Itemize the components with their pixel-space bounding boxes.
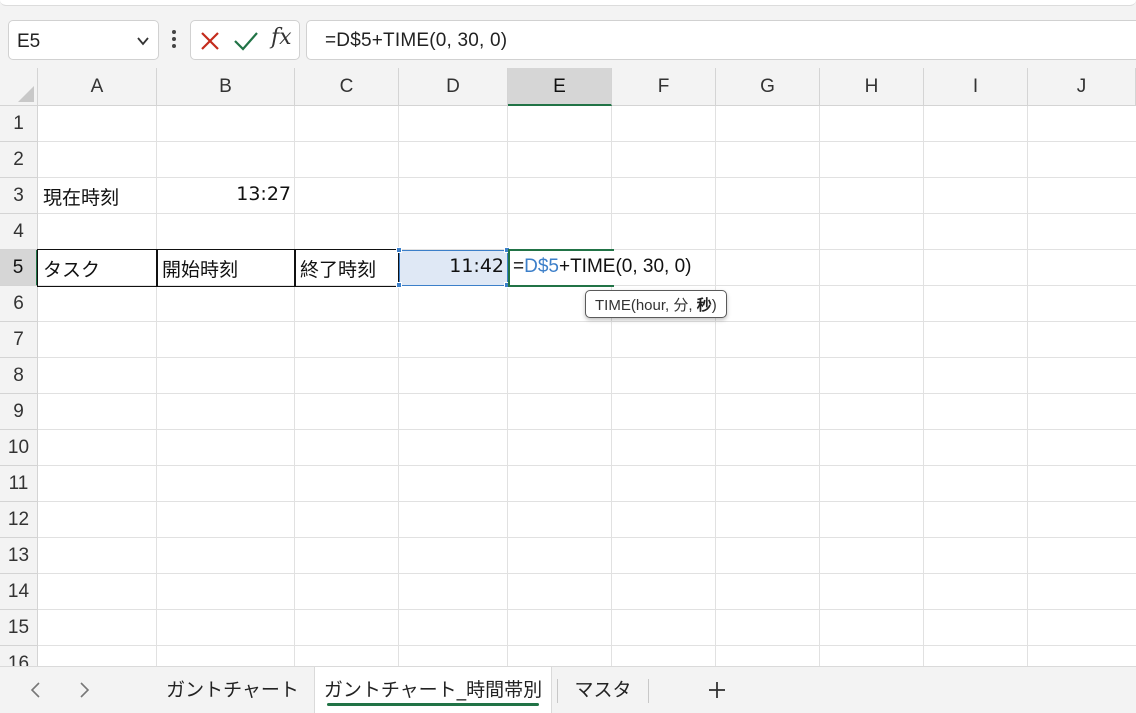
column-header-d[interactable]: D — [399, 68, 508, 106]
grid-col-line — [507, 106, 508, 666]
row-header-8[interactable]: 8 — [0, 358, 38, 394]
sheet-tabs-bar: ガントチャート ガントチャート_時間帯別 マスタ — [0, 666, 1136, 713]
tab-separator — [557, 679, 558, 703]
sheet-tab-label: マスタ — [574, 679, 632, 701]
select-all-triangle-icon — [18, 86, 34, 102]
column-header-c[interactable]: C — [295, 68, 399, 106]
sheet-tab-label: ガントチャート — [166, 679, 299, 701]
check-icon[interactable] — [233, 30, 259, 52]
row-header-7[interactable]: 7 — [0, 322, 38, 358]
grid-col-line — [1027, 106, 1028, 666]
column-header-b[interactable]: B — [157, 68, 295, 106]
row-header-2[interactable]: 2 — [0, 142, 38, 178]
formula-rest: +TIME(0, 30, 0) — [558, 256, 692, 277]
row-header-15[interactable]: 15 — [0, 610, 38, 646]
excel-window: E5 fx =D$5+TIME(0, 30, 0) ABCDEFGHIJ 1 2 … — [0, 0, 1136, 713]
row-header-10[interactable]: 10 — [0, 430, 38, 466]
column-header-h[interactable]: H — [820, 68, 924, 106]
formula-actions: fx — [190, 20, 300, 60]
cell-d5: 11:42 — [449, 255, 504, 277]
more-options-icon[interactable] — [166, 24, 182, 54]
cell-a3: 現在時刻 — [43, 187, 120, 209]
column-header-g[interactable]: G — [716, 68, 820, 106]
grid-row-line — [38, 213, 1136, 214]
grid-row-line — [38, 645, 1136, 646]
column-header-i[interactable]: I — [924, 68, 1028, 106]
formula-bar-row: E5 fx =D$5+TIME(0, 30, 0) — [0, 12, 1136, 68]
ribbon-bottom-edge — [0, 0, 1136, 6]
name-box[interactable]: E5 — [8, 20, 159, 60]
reference-resize-handle[interactable] — [396, 282, 402, 288]
name-box-value: E5 — [17, 31, 41, 52]
function-argument-tooltip[interactable]: TIME(hour, 分, 秒) — [585, 290, 727, 318]
grid-col-line — [715, 106, 716, 666]
cell-a5: タスク — [43, 259, 101, 281]
tab-separator — [648, 679, 649, 703]
grid-row-line — [38, 573, 1136, 574]
cell-edit-formula[interactable]: =D$5+TIME(0, 30, 0) — [513, 256, 692, 278]
row-header-6[interactable]: 6 — [0, 286, 38, 322]
grid-row-line — [38, 465, 1136, 466]
column-header-a[interactable]: A — [38, 68, 157, 106]
sheet-tab-1[interactable]: ガントチャート — [160, 667, 305, 713]
insert-function-button[interactable]: fx — [271, 25, 292, 50]
row-header-11[interactable]: 11 — [0, 466, 38, 502]
grid-row-line — [38, 141, 1136, 142]
formula-input[interactable]: =D$5+TIME(0, 30, 0) — [306, 20, 1136, 60]
active-tab-underline — [327, 703, 539, 706]
column-header-j[interactable]: J — [1028, 68, 1136, 106]
add-sheet-icon[interactable] — [705, 678, 729, 702]
grid-col-line — [294, 106, 295, 666]
grid-row-line — [38, 501, 1136, 502]
sheet-tab-3[interactable]: マスタ — [562, 667, 644, 713]
row-header-16[interactable]: 16 — [0, 646, 38, 666]
sheet-tab-2[interactable]: ガントチャート_時間帯別 — [314, 667, 552, 713]
grid-row-line — [38, 177, 1136, 178]
grid-row-line — [38, 429, 1136, 430]
tooltip-close: ) — [711, 297, 717, 314]
chevron-right-icon[interactable] — [74, 679, 94, 701]
select-all-corner[interactable] — [0, 68, 38, 106]
table-border-separator — [294, 249, 296, 287]
formula-reference: D$5 — [524, 256, 559, 277]
reference-resize-handle[interactable] — [396, 247, 402, 253]
formula-text: =D$5+TIME(0, 30, 0) — [325, 30, 508, 51]
tooltip-current-arg: 秒 — [696, 297, 712, 314]
row-header-13[interactable]: 13 — [0, 538, 38, 574]
row-header-4[interactable]: 4 — [0, 214, 38, 250]
grid-col-line — [398, 106, 399, 666]
sheet-tab-label: ガントチャート_時間帯別 — [323, 679, 543, 701]
grid-row-line — [38, 537, 1136, 538]
chevron-left-icon[interactable] — [26, 679, 46, 701]
table-border-separator — [156, 249, 158, 287]
grid-col-line — [819, 106, 820, 666]
chevron-down-icon[interactable] — [136, 34, 150, 48]
row-header-1[interactable]: 1 — [0, 106, 38, 142]
row-header-9[interactable]: 9 — [0, 394, 38, 430]
grid-col-line — [611, 106, 612, 666]
row-header-3[interactable]: 3 — [0, 178, 38, 214]
formula-prefix: = — [513, 256, 525, 277]
cell-c5: 終了時刻 — [300, 259, 377, 281]
cancel-icon[interactable] — [199, 30, 221, 52]
cell-b3: 13:27 — [236, 183, 291, 205]
tooltip-function: TIME(hour, 分, — [595, 297, 697, 314]
grid-row-line — [38, 393, 1136, 394]
grid-row-line — [38, 609, 1136, 610]
cell-b5: 開始時刻 — [162, 259, 239, 281]
grid-row-line — [38, 357, 1136, 358]
ribbon-edge-strip — [0, 0, 1136, 12]
row-header-14[interactable]: 14 — [0, 574, 38, 610]
grid-col-line — [923, 106, 924, 666]
spreadsheet-grid[interactable]: A B C D E F G H I J 1 2 3 4 5 6 7 8 9 10 11 12 13 14 15 16 現在時刻 13:… — [0, 68, 1136, 666]
row-header-5[interactable]: 5 — [0, 250, 38, 286]
grid-row-line — [38, 321, 1136, 322]
row-header-12[interactable]: 12 — [0, 502, 38, 538]
column-header-e[interactable]: E — [508, 68, 612, 106]
column-header-f[interactable]: F — [612, 68, 716, 106]
